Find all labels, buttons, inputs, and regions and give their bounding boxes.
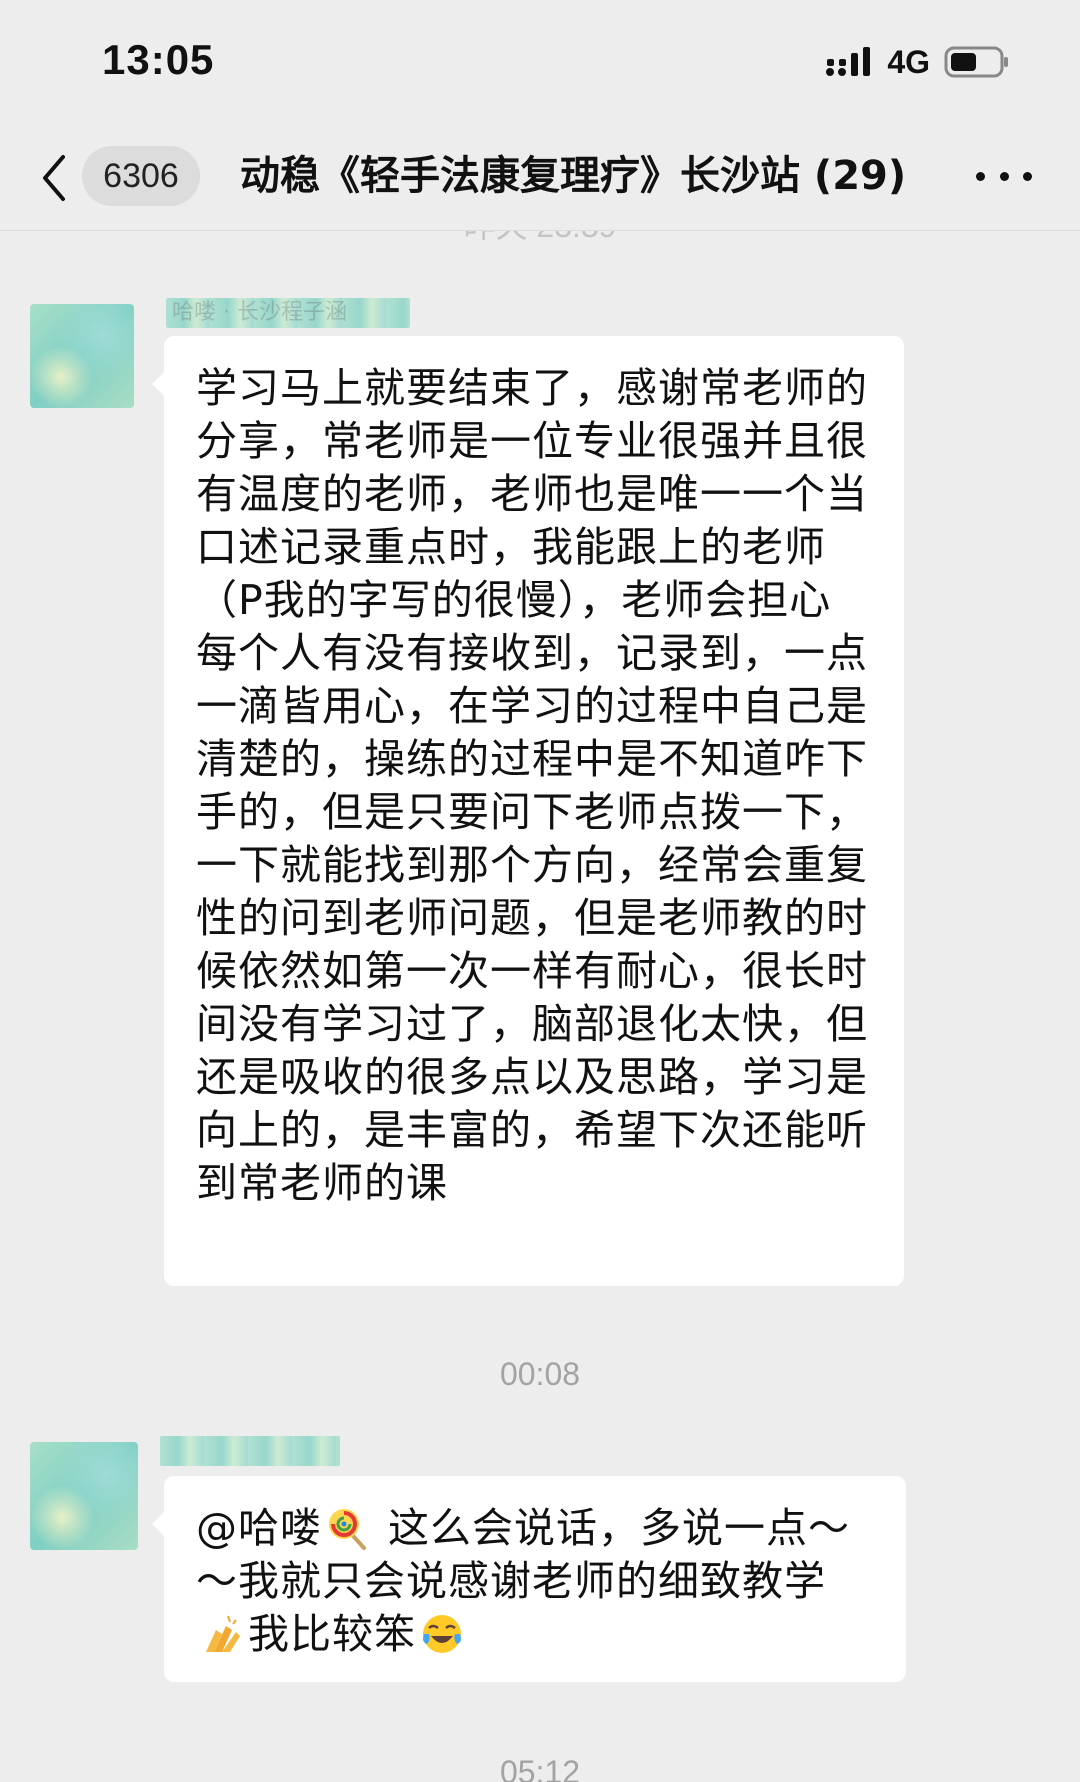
sender-name bbox=[160, 1436, 340, 1466]
message-text: @哈喽 这么会说话，多说一点～～我就只会说感谢老师的细致教学 我比较笨 bbox=[196, 1504, 850, 1658]
more-options-button[interactable] bbox=[976, 156, 1032, 196]
status-indicators: 4G bbox=[825, 42, 1010, 82]
chat-screen: 13:05 4G 6306 动稳《轻手法康复理疗》长沙站 (29) 哈喽 · 长… bbox=[0, 0, 1080, 1782]
message-timestamp: 00:08 bbox=[499, 1356, 581, 1392]
message-list[interactable]: 昨天 23:39 哈喽 · 长沙程子涵 学习马上就要结束了，感谢常老师的分享，常… bbox=[0, 230, 1080, 1782]
message-timestamp: 05:12 bbox=[499, 1754, 581, 1782]
status-time: 13:05 bbox=[102, 36, 215, 83]
message-text: 学习马上就要结束了，感谢常老师的分享，常老师是一位专业很强并且很有温度的老师，老… bbox=[196, 364, 868, 1207]
lollipop-emoji-icon bbox=[329, 1509, 366, 1550]
back-button[interactable] bbox=[34, 150, 74, 206]
unread-count-badge[interactable]: 6306 bbox=[82, 146, 200, 206]
sender-avatar[interactable] bbox=[30, 304, 134, 408]
sender-name: 哈喽 · 长沙程子涵 bbox=[166, 298, 410, 328]
message-timestamp: 昨天 23:39 bbox=[0, 230, 1080, 248]
mention-text[interactable]: @哈喽 bbox=[196, 1504, 322, 1552]
network-label: 4G bbox=[887, 43, 930, 80]
more-dot-icon bbox=[999, 171, 1009, 181]
message-bubble[interactable]: 学习马上就要结束了，感谢常老师的分享，常老师是一位专业很强并且很有温度的老师，老… bbox=[152, 336, 904, 1286]
more-dot-icon bbox=[976, 171, 985, 181]
signal-icon bbox=[826, 47, 871, 76]
clap-emoji-icon bbox=[206, 1615, 240, 1652]
sender-avatar[interactable] bbox=[30, 1442, 138, 1550]
laugh-cry-emoji-icon bbox=[423, 1615, 461, 1653]
nav-bar: 6306 动稳《轻手法康复理疗》长沙站 (29) bbox=[0, 120, 1080, 231]
message-bubble[interactable]: @哈喽 这么会说话，多说一点～～我就只会说感谢老师的细致教学 我比较笨 bbox=[152, 1476, 906, 1682]
message-text-part: 我比较笨 bbox=[248, 1610, 416, 1658]
battery-icon bbox=[944, 46, 1008, 78]
status-bar: 13:05 4G bbox=[0, 0, 1080, 120]
chevron-left-icon bbox=[43, 155, 65, 201]
more-dot-icon bbox=[1023, 171, 1032, 181]
sender-name-text: 哈喽 · 长沙程子涵 bbox=[172, 300, 347, 325]
chat-title[interactable]: 动稳《轻手法康复理疗》长沙站 (29) bbox=[240, 146, 960, 206]
